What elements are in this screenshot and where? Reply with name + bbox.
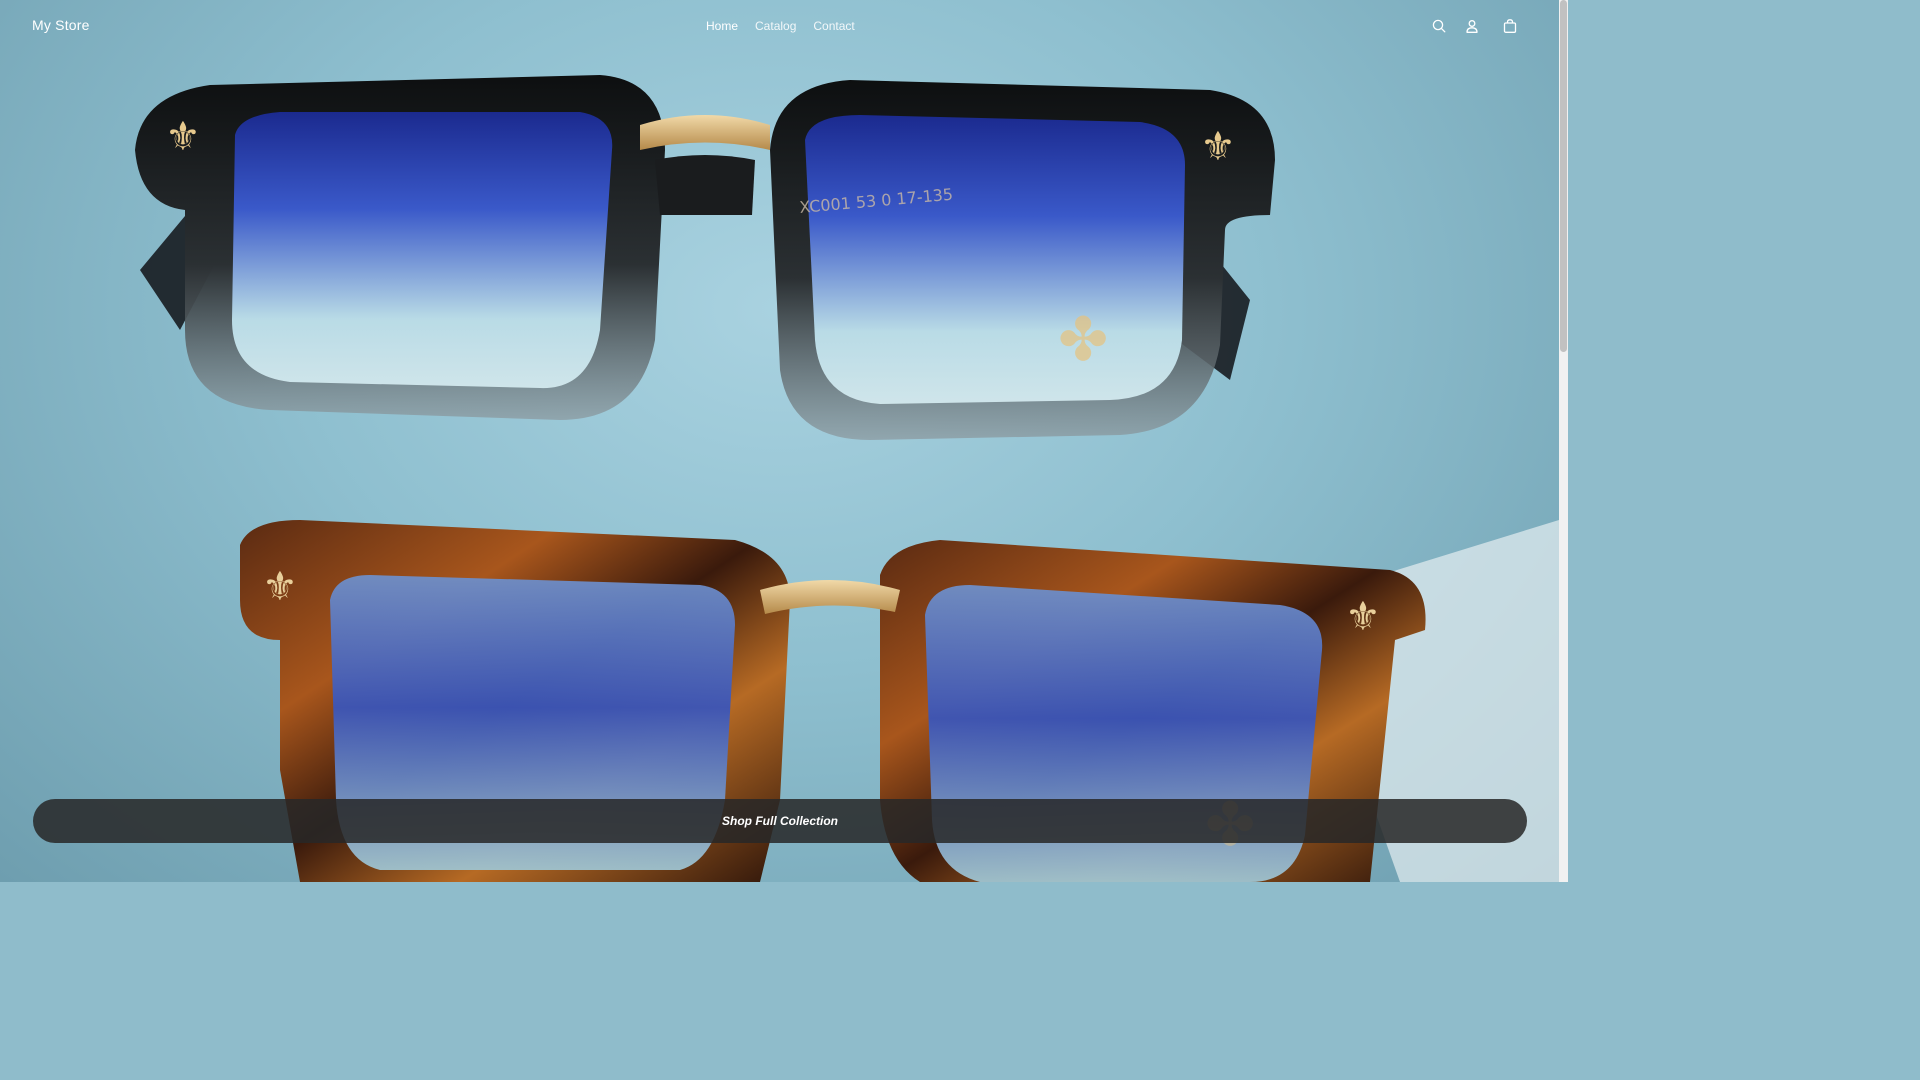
scrollbar-thumb[interactable] — [1560, 0, 1567, 352]
nav-catalog[interactable]: Catalog — [755, 19, 796, 33]
store-logo[interactable]: My Store — [32, 17, 90, 33]
fleur-ornament-lower-left: ⚜ — [262, 564, 298, 610]
header-icons — [1431, 18, 1518, 34]
fleur-ornament-lower-right: ⚜ — [1345, 594, 1381, 640]
black-glasses: ⚜ ⚜ ✤ XC001 53 0 17-135 — [135, 75, 1275, 440]
page-scrollbar[interactable] — [1559, 0, 1568, 882]
nav-home[interactable]: Home — [706, 19, 738, 33]
fleur-ornament-left: ⚜ — [165, 114, 201, 160]
cart-icon[interactable] — [1502, 18, 1518, 34]
main-nav: Home Catalog Contact — [706, 19, 855, 33]
shop-collection-button[interactable]: Shop Full Collection — [33, 799, 1527, 843]
search-icon[interactable] — [1431, 18, 1447, 34]
cross-ornament: ✤ — [1058, 305, 1108, 375]
account-icon[interactable] — [1464, 18, 1480, 34]
nav-contact[interactable]: Contact — [813, 19, 854, 33]
hero-banner: ⚜ ⚜ ✤ XC001 53 0 17-135 ⚜ ⚜ ✤ — [0, 0, 1559, 882]
fleur-ornament-right: ⚜ — [1200, 124, 1236, 170]
shop-collection-label: Shop Full Collection — [722, 814, 838, 828]
eyeglasses-image: ⚜ ⚜ ✤ XC001 53 0 17-135 ⚜ ⚜ ✤ — [135, 75, 1559, 882]
site-header: My Store Home Catalog Contact — [0, 0, 1559, 54]
